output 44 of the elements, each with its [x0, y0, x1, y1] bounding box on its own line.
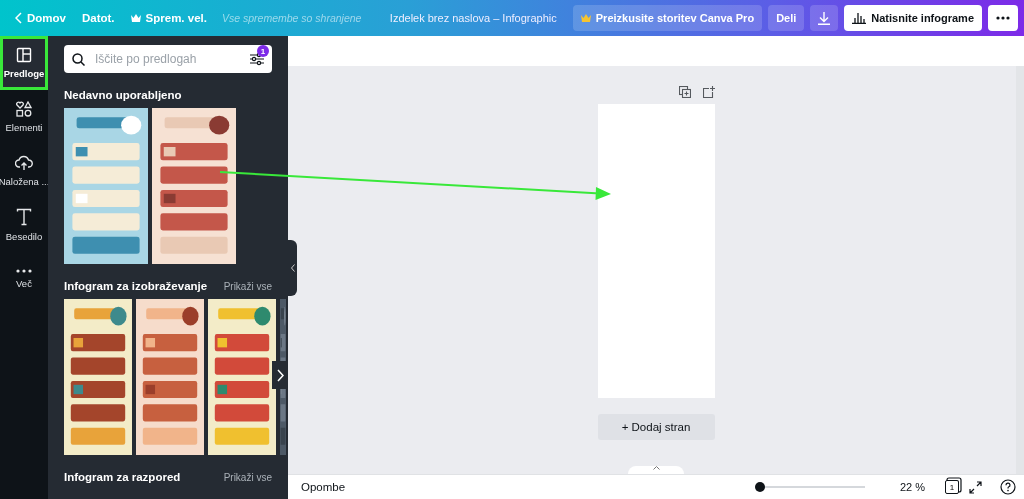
- search-field[interactable]: Iščite po predlogah: [93, 51, 242, 67]
- section-title: Nedavno uporabljeno: [64, 89, 182, 101]
- crown-icon: [580, 14, 591, 22]
- download-button[interactable]: [810, 5, 839, 31]
- page-count-button[interactable]: 1: [945, 480, 959, 494]
- cloud-upload-icon: [15, 155, 33, 171]
- chevron-up-icon[interactable]: [652, 466, 660, 470]
- search-bar[interactable]: Iščite po predlogah 1: [64, 45, 272, 73]
- sidebar-item[interactable]: Elementi: [0, 90, 48, 144]
- sidebar-item[interactable]: Predloge: [0, 36, 48, 90]
- filter-icon[interactable]: [250, 52, 264, 66]
- fullscreen-icon[interactable]: [969, 480, 982, 494]
- more-icon: [16, 269, 32, 273]
- save-status: Vse spremembe so shranjene: [221, 12, 362, 24]
- back-icon: [15, 12, 22, 24]
- more-icon: [996, 16, 1010, 20]
- zoom-reading[interactable]: 22 %: [875, 481, 925, 493]
- scrollbar[interactable]: [1016, 66, 1024, 474]
- layout-icon: [16, 47, 32, 63]
- search-icon: [72, 52, 85, 66]
- section-title: Infogram za izobraževanje: [64, 280, 208, 292]
- text-icon: [16, 208, 32, 226]
- shapes-icon: [16, 101, 32, 117]
- add-page-button[interactable]: + Dodaj stran: [597, 414, 715, 440]
- chevron-left-icon[interactable]: [290, 264, 295, 272]
- add-page-icon[interactable]: [702, 86, 715, 98]
- filter-count-badge: 1: [257, 45, 269, 57]
- chevron-right-icon[interactable]: [276, 368, 284, 382]
- duplicate-page-icon[interactable]: [678, 86, 691, 98]
- sidebar-item[interactable]: Več: [0, 252, 48, 306]
- show-all-link[interactable]: Prikaži vse: [223, 472, 272, 483]
- crown-icon: [130, 14, 141, 22]
- show-all-link[interactable]: Prikaži vse: [223, 281, 272, 292]
- sidebar-item[interactable]: Naložena ...: [0, 144, 48, 198]
- more-button[interactable]: [988, 5, 1018, 31]
- section-title: Infogram za razpored: [64, 471, 181, 483]
- try-pro-button[interactable]: Preizkusite storitev Canva Pro: [572, 5, 763, 31]
- help-icon[interactable]: [1000, 479, 1016, 495]
- sidebar-item[interactable]: Besedilo: [0, 198, 48, 252]
- print-button[interactable]: Natisnite infograme: [844, 5, 982, 31]
- notes-button[interactable]: Opombe: [301, 481, 346, 493]
- bar-chart-icon: [852, 12, 867, 24]
- download-icon: [818, 11, 831, 25]
- share-button[interactable]: Deli: [768, 5, 805, 31]
